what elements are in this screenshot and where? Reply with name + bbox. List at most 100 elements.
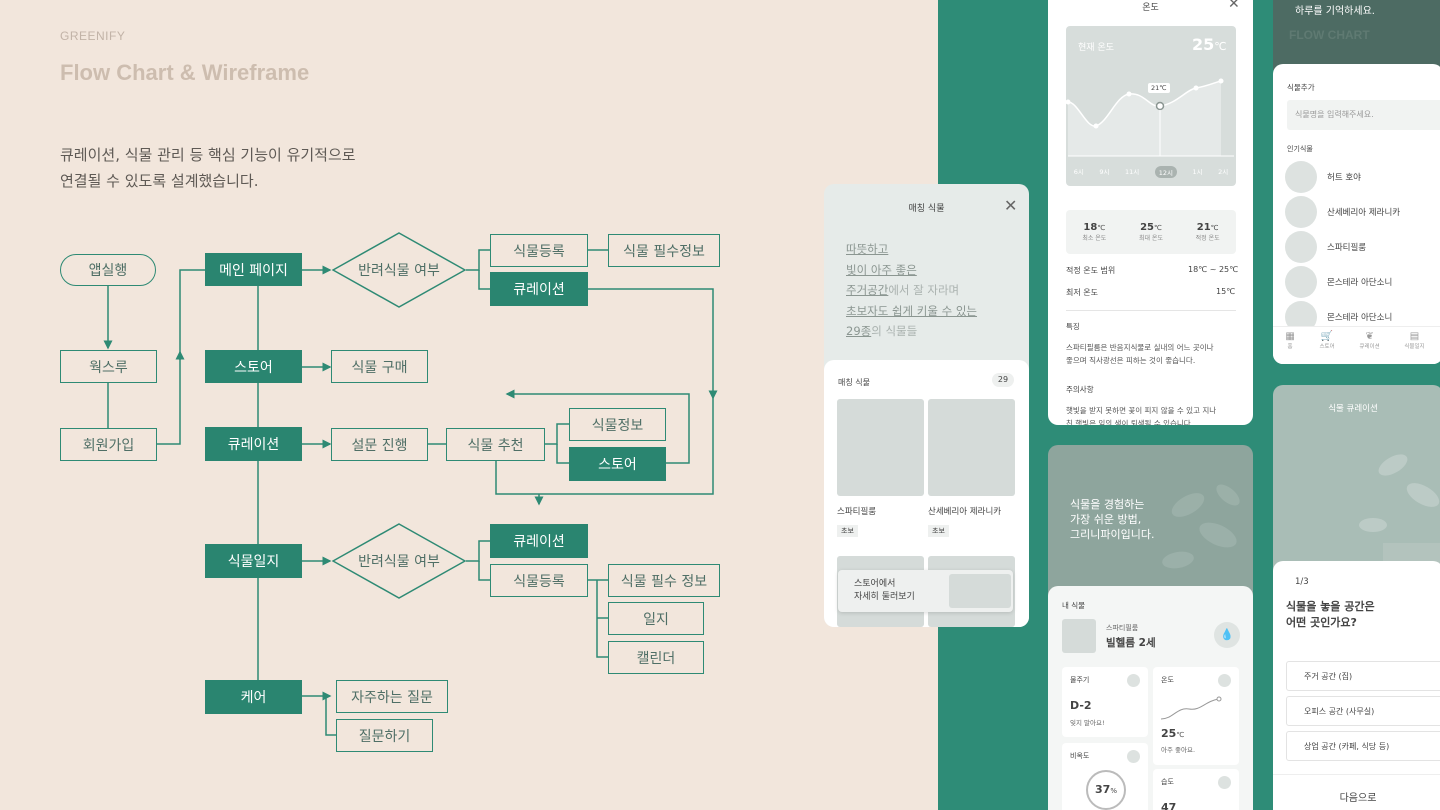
cart-icon: 🛒 xyxy=(1320,331,1334,342)
my-plant-sheet: 내 식물 스파티필룸 빌헬름 2세 💧 물주기 D-2 잊지 말아요! 온도 2… xyxy=(1048,586,1253,810)
matching-summary: 따뜻하고 빛이 아주 좋은 주거공간에서 잘 자라며 초보자도 쉽게 키울 수 … xyxy=(846,239,977,342)
temperature-chart: 현재 온도 25℃ 21℃ 6시 9시 11시 12시 1시 2시 xyxy=(1066,26,1236,186)
stat-value: 21 xyxy=(1196,222,1211,233)
stat-unit: ℃ xyxy=(1154,224,1162,232)
node-diary: 일지 xyxy=(608,602,704,635)
my-plant-screen: 식물을 경험하는 가장 쉬운 방법, 그리니파이입니다. 내 식물 스파티필룸 … xyxy=(1048,445,1253,810)
node-plant-required-info-2: 식물 필수 정보 xyxy=(608,564,720,597)
node-pet-plant-question-1: 반려식물 여부 xyxy=(332,232,466,308)
stat-label: 적정 온도 xyxy=(1195,235,1220,242)
node-plant-diary: 식물일지 xyxy=(205,544,302,578)
gauge-unit: % xyxy=(1110,787,1117,795)
tile-label: 비옥도 xyxy=(1070,752,1090,760)
temperature-tile[interactable]: 온도 25℃ 아주 좋아요. xyxy=(1153,667,1239,765)
close-icon[interactable]: ✕ xyxy=(1228,0,1240,12)
step-indicator: 1/3 xyxy=(1295,577,1309,587)
diamond-label: 반려식물 여부 xyxy=(358,263,440,279)
tile-unit: ℃ xyxy=(1176,731,1185,739)
plant-name: 허트 호야 xyxy=(1327,173,1361,183)
plant-avatar xyxy=(1285,196,1317,228)
tile-value: D-2 xyxy=(1070,699,1092,712)
nav-curation[interactable]: ❦ 큐레이션 xyxy=(1359,331,1379,364)
node-walkthrough: 웍스루 xyxy=(60,350,157,383)
question-line: 식물을 놓을 공간은 xyxy=(1286,600,1375,613)
cta-thumbnail xyxy=(949,574,1011,608)
summary-line-2: 빛이 아주 좋은 xyxy=(846,262,917,277)
screen-header: 식물 큐레이션 xyxy=(1328,404,1378,414)
node-survey: 설문 진행 xyxy=(331,428,428,461)
nav-diary[interactable]: ▤ 식물일지 xyxy=(1404,331,1424,364)
cta-label: 스토어에서 자세히 둘러보기 xyxy=(854,578,915,604)
tile-note: 잊지 말아요! xyxy=(1070,719,1105,727)
option-residential[interactable]: 주거 공간 (집) xyxy=(1286,661,1440,691)
plant-list-item[interactable]: 허트 호야 xyxy=(1285,161,1361,193)
x-axis-ticks: 6시 9시 11시 12시 1시 2시 xyxy=(1066,166,1236,178)
option-commercial[interactable]: 상업 공간 (카페, 식당 등) xyxy=(1286,731,1440,761)
store-cta-button[interactable]: 스토어에서 자세히 둘러보기 xyxy=(838,570,1013,612)
curation-screen: 식물 큐레이션 1/3 식물을 놓을 공간은 어떤 곳인가요? 주거 공간 (집… xyxy=(1273,385,1440,810)
node-main-page: 메인 페이지 xyxy=(205,253,302,286)
nav-label: 큐레이션 xyxy=(1359,344,1380,350)
cta-line-1: 스토어에서 xyxy=(854,579,896,589)
diary-screen-top: 하루를 기억하세요. FLOW CHART xyxy=(1273,0,1440,70)
tile-value: 25℃ xyxy=(1161,727,1184,740)
node-curation-2: 큐레이션 xyxy=(490,524,588,558)
node-ask: 질문하기 xyxy=(336,719,433,752)
intro-line: 그리니파이입니다. xyxy=(1070,528,1155,541)
node-plant-register-1: 식물등록 xyxy=(490,234,588,267)
nav-home[interactable]: ▦ 홈 xyxy=(1285,331,1294,364)
water-tile[interactable]: 물주기 D-2 잊지 말아요! xyxy=(1062,667,1148,737)
caution-line: 친 햇빛은 잎의 색이 퇴색될 수 있습니다. xyxy=(1066,419,1194,425)
stat-label: 최대 온도 xyxy=(1138,235,1163,242)
next-button[interactable]: 다음으로 xyxy=(1273,774,1440,810)
node-plant-recommend: 식물 추천 xyxy=(446,428,545,461)
plant-avatar xyxy=(1285,161,1317,193)
plant-list-item[interactable]: 스파티필룸 xyxy=(1285,231,1366,263)
screen-header: 식물추가 xyxy=(1287,83,1315,92)
watermark: FLOW CHART xyxy=(1289,28,1370,42)
nav-label: 스토어 xyxy=(1319,344,1335,350)
tick-selected[interactable]: 12시 xyxy=(1154,166,1177,178)
water-drop-icon[interactable]: 💧 xyxy=(1214,622,1240,648)
popular-label: 인기식물 xyxy=(1287,145,1313,153)
intro-text: 식물을 경험하는 가장 쉬운 방법, 그리니파이입니다. xyxy=(1070,497,1154,542)
plant-species: 스파티필룸 xyxy=(1106,624,1139,632)
caution-line: 햇빛을 받지 못하면 꽃이 피지 않을 수 있고 지나 xyxy=(1066,406,1217,415)
plant-leaves-image xyxy=(1162,484,1240,569)
nav-store[interactable]: 🛒 스토어 xyxy=(1320,331,1335,364)
close-icon[interactable]: ✕ xyxy=(1004,196,1017,215)
screen-header: 매칭 식물 xyxy=(908,204,945,214)
tile-icon xyxy=(1218,776,1231,789)
humidity-tile[interactable]: 습도 47 xyxy=(1153,769,1239,810)
stat-label: 최소 온도 xyxy=(1082,235,1107,242)
min-temp-label: 최저 온도 xyxy=(1066,288,1098,297)
node-curation-1: 큐레이션 xyxy=(490,272,588,306)
plant-image[interactable] xyxy=(928,399,1015,496)
fertility-tile[interactable]: 비옥도 37% xyxy=(1062,743,1148,810)
plant-search-input[interactable]: 식물명을 입력해주세요. xyxy=(1287,100,1440,130)
fertility-gauge: 37% xyxy=(1086,770,1126,810)
stat-value: 18 xyxy=(1083,222,1098,233)
plant-nickname: 빌헬름 2세 xyxy=(1106,637,1156,649)
plant-image xyxy=(1359,454,1440,565)
node-plant-info: 식물정보 xyxy=(569,408,666,441)
tile-label: 물주기 xyxy=(1070,676,1090,684)
screen-header: 온도 xyxy=(1142,3,1159,13)
tick: 2시 xyxy=(1218,168,1229,176)
intro-line: 식물을 경험하는 xyxy=(1070,498,1145,511)
question-title: 식물을 놓을 공간은 어떤 곳인가요? xyxy=(1286,599,1375,631)
feature-line: 좋으며 직사광선은 피하는 것이 좋습니다. xyxy=(1066,356,1196,365)
plant-list-item[interactable]: 몬스테라 아단소니 xyxy=(1285,266,1392,298)
intro-line: 가장 쉬운 방법, xyxy=(1070,513,1142,526)
caution-text: 햇빛을 받지 못하면 꽃이 피지 않을 수 있고 지나 친 햇빛은 잎의 색이 … xyxy=(1066,404,1216,425)
bottom-nav: ▦ 홈 🛒 스토어 ❦ 큐레이션 ▤ 식물일지 xyxy=(1273,326,1440,364)
option-office[interactable]: 오피스 공간 (사무실) xyxy=(1286,696,1440,726)
plant-name: 산세베리아 제라니카 xyxy=(1327,208,1401,218)
plant-image[interactable] xyxy=(837,399,924,496)
stat-unit: ℃ xyxy=(1097,224,1106,232)
plant-list-item[interactable]: 산세베리아 제라니카 xyxy=(1285,196,1400,228)
temperature-curve xyxy=(1066,78,1234,157)
range-value: 18℃ ~ 25℃ xyxy=(1188,265,1239,274)
plant-name: 몬스테라 아단소니 xyxy=(1327,313,1393,323)
nav-label: 홈 xyxy=(1287,344,1293,350)
